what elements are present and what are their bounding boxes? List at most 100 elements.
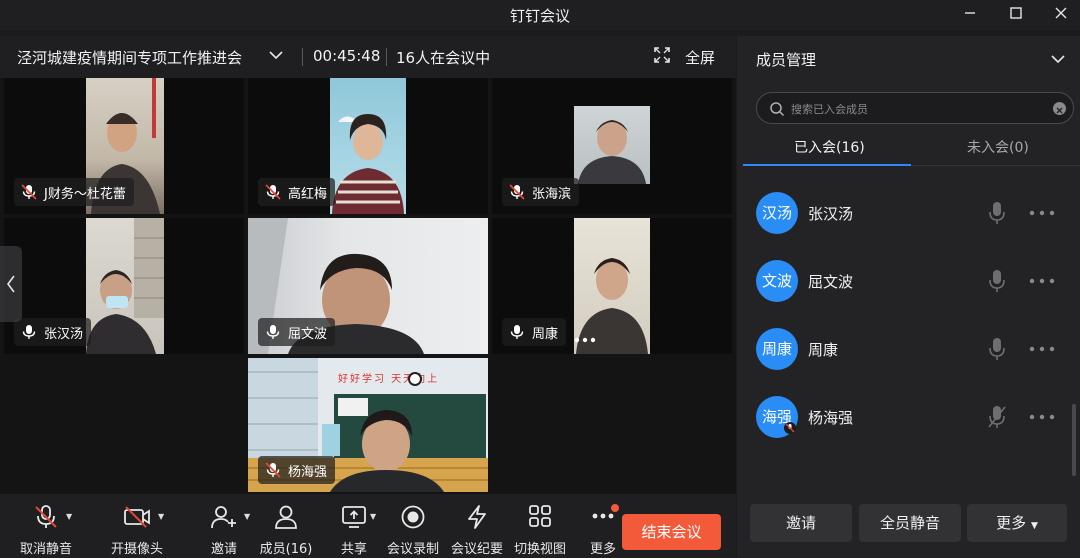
- previous-page-button[interactable]: [0, 246, 22, 322]
- search-icon: [770, 102, 785, 117]
- more-dots-icon: [574, 337, 596, 343]
- participant-name: 杨海强: [288, 464, 328, 480]
- caret-down-icon[interactable]: ▼: [158, 512, 164, 521]
- minimize-button[interactable]: [958, 4, 982, 26]
- meeting-title[interactable]: 泾河城建疫情期间专项工作推进会: [17, 47, 242, 68]
- camera-off-icon: [124, 506, 150, 528]
- caret-down-icon[interactable]: ▼: [66, 512, 72, 521]
- video-tile[interactable]: 张汉汤: [4, 218, 244, 354]
- close-icon: [1055, 7, 1067, 19]
- more-dots-icon: [592, 513, 614, 519]
- more-dots-icon[interactable]: [1029, 210, 1055, 216]
- muted-mic-icon: [509, 184, 525, 200]
- panel-invite-button[interactable]: 邀请: [750, 504, 852, 542]
- tab-not-joined[interactable]: 未入会(0): [967, 137, 1029, 157]
- video-tile[interactable]: 张海滨: [492, 78, 732, 214]
- participant-name-chip: 周康: [502, 318, 567, 346]
- mic-icon[interactable]: [987, 269, 1007, 293]
- fullscreen-icon[interactable]: [654, 47, 670, 67]
- members-label: 成员(16): [259, 542, 313, 557]
- share-screen-icon: [342, 506, 366, 528]
- more-dots-icon[interactable]: [1029, 414, 1055, 420]
- user-icon: [275, 505, 297, 529]
- more-label: 更多: [589, 542, 616, 557]
- share-button[interactable]: ▼ 共享: [332, 494, 376, 558]
- video-tile[interactable]: J财务～杜花蕾: [4, 78, 244, 214]
- notification-dot: [611, 504, 619, 512]
- member-list-scrollbar[interactable]: [1072, 404, 1076, 476]
- mic-icon[interactable]: [987, 201, 1007, 225]
- window-titlebar: 钉钉会议: [0, 0, 1080, 30]
- member-name: 周康: [808, 341, 839, 359]
- participant-name-chip: 高红梅: [258, 178, 336, 206]
- clear-icon: [1056, 107, 1063, 114]
- clear-search-button[interactable]: [1053, 102, 1066, 115]
- record-button[interactable]: 会议录制: [384, 494, 442, 558]
- participant-name: 张汉汤: [44, 326, 84, 342]
- minutes-label: 会议纪要: [450, 542, 503, 557]
- participant-name-chip: 张汉汤: [14, 318, 92, 346]
- member-row[interactable]: 文波 屈文波: [737, 260, 1067, 328]
- member-row[interactable]: 海强 杨海强: [737, 396, 1067, 464]
- member-name: 杨海强: [808, 409, 854, 427]
- close-button[interactable]: [1049, 4, 1073, 26]
- member-name: 张汉汤: [808, 205, 854, 223]
- maximize-button[interactable]: [1004, 4, 1028, 26]
- switch-view-label: 切换视图: [513, 542, 566, 557]
- minutes-button[interactable]: 会议纪要: [448, 494, 506, 558]
- avatar: 文波: [756, 260, 798, 302]
- participant-name-chip: 张海滨: [502, 178, 580, 206]
- meeting-info-chevron[interactable]: [266, 45, 286, 69]
- member-row[interactable]: 汉汤 张汉汤: [737, 192, 1067, 260]
- panel-more-label: 更多: [996, 514, 1027, 532]
- more-dots-icon[interactable]: [1029, 278, 1055, 284]
- participant-name: 高红梅: [288, 186, 328, 202]
- invite-button[interactable]: ▼ 邀请: [200, 494, 250, 558]
- muted-badge-icon: [784, 422, 796, 434]
- video-tile[interactable]: 好好学习 天天向上 杨海强: [248, 358, 488, 492]
- participant-name: 张海滨: [532, 186, 572, 202]
- caret-down-icon[interactable]: ▼: [244, 512, 250, 521]
- tab-joined[interactable]: 已入会(16): [794, 137, 865, 157]
- video-tile[interactable]: 屈文波: [248, 218, 488, 354]
- unmute-label: 取消静音: [19, 542, 72, 557]
- muted-mic-icon[interactable]: [987, 405, 1007, 429]
- member-tabs: 已入会(16) 未入会(0): [743, 132, 1080, 166]
- avatar: 周康: [756, 328, 798, 370]
- member-name: 屈文波: [808, 273, 854, 291]
- fullscreen-button[interactable]: 全屏: [685, 47, 715, 68]
- video-feed: [330, 78, 406, 214]
- minimize-icon: [965, 12, 975, 14]
- start-camera-button[interactable]: ▼ 开摄像头: [102, 494, 172, 558]
- avatar: 汉汤: [756, 192, 798, 234]
- member-row[interactable]: 周康 周康: [737, 328, 1067, 396]
- invite-label: 邀请: [210, 542, 237, 557]
- participant-name-chip: 杨海强: [258, 456, 336, 484]
- muted-mic-icon: [265, 184, 281, 200]
- start-camera-label: 开摄像头: [110, 542, 163, 557]
- video-feed: [574, 106, 650, 184]
- member-panel: 成员管理 已入会(16) 未入会(0) 汉汤 张汉汤 文波 屈文波 周康 周康 …: [737, 36, 1080, 558]
- video-grid: J财务～杜花蕾 高红梅 张海滨 张汉汤 屈文波 周康 好好学习 天天向上 杨海强: [0, 78, 736, 494]
- caret-down-icon[interactable]: ▼: [370, 512, 376, 521]
- switch-view-button[interactable]: 切换视图: [510, 494, 570, 558]
- end-meeting-button[interactable]: 结束会议: [622, 514, 721, 550]
- video-tile[interactable]: 周康: [492, 218, 732, 354]
- mic-icon[interactable]: [987, 337, 1007, 361]
- participant-name-chip: J财务～杜花蕾: [14, 178, 134, 206]
- maximize-icon: [1010, 7, 1022, 19]
- tile-more-button[interactable]: [574, 328, 596, 347]
- collapse-panel-button[interactable]: [1049, 50, 1067, 72]
- video-tile[interactable]: 高红梅: [248, 78, 488, 214]
- video-feed: [86, 218, 164, 354]
- member-search-input[interactable]: [791, 100, 1041, 118]
- record-label: 会议录制: [386, 542, 439, 557]
- window-title: 钉钉会议: [509, 7, 570, 25]
- muted-mic-icon: [35, 505, 57, 528]
- panel-more-button[interactable]: 更多 ▼: [967, 504, 1067, 542]
- mute-all-button[interactable]: 全员静音: [859, 504, 961, 542]
- members-button[interactable]: 成员(16): [256, 494, 316, 558]
- active-tab-indicator: [743, 164, 911, 166]
- more-dots-icon[interactable]: [1029, 346, 1055, 352]
- unmute-button[interactable]: ▼ 取消静音: [12, 494, 80, 558]
